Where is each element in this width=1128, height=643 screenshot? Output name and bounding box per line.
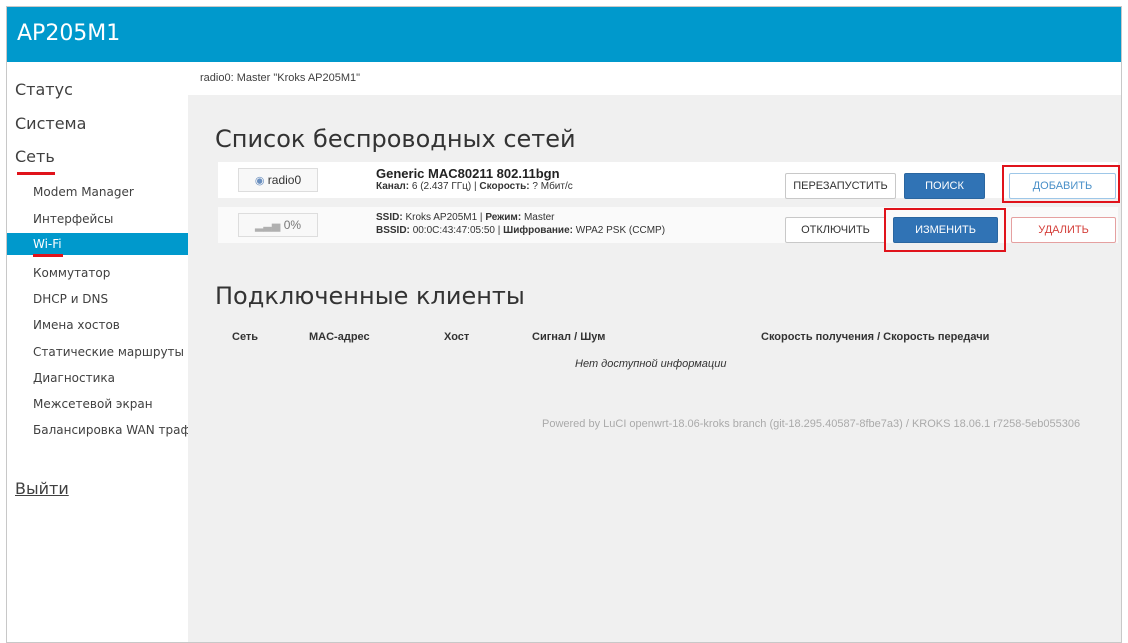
edit-highlight-box	[884, 208, 1006, 252]
signal-percent: 0%	[283, 218, 302, 232]
col-host: Хост	[444, 331, 470, 343]
col-network: Сеть	[232, 331, 259, 343]
nav-system[interactable]: Система	[15, 114, 86, 133]
col-mac: MAC-адрес	[309, 331, 370, 343]
radio-details: Канал: 6 (2.437 ГГц) | Скорость: ? Мбит/…	[376, 181, 573, 192]
col-rx-tx-rate: Скорость получения / Скорость передачи	[761, 331, 990, 343]
top-bar: AP205M1	[7, 7, 1121, 62]
scan-button[interactable]: ПОИСК	[904, 173, 985, 199]
nav-network[interactable]: Сеть	[15, 147, 55, 166]
nav-wan-balancing[interactable]: Балансировка WAN трафик	[7, 419, 188, 441]
radio-chip-label: radio0	[267, 173, 302, 187]
no-clients-message: Нет доступной информации	[575, 358, 727, 370]
network-ssid-line: SSID: Kroks AP205M1 | Режим: Master	[376, 212, 555, 223]
signal-bars-icon: ▂▃▅	[254, 220, 281, 232]
footer-powered-by: Powered by LuCI openwrt-18.06-kroks bran…	[542, 418, 1081, 430]
wifi-underline-mark	[33, 254, 63, 257]
nav-status[interactable]: Статус	[15, 80, 73, 99]
restart-button[interactable]: ПЕРЕЗАПУСТИТЬ	[785, 173, 896, 199]
clients-title: Подключенные клиенты	[215, 282, 525, 310]
logout-link[interactable]: Выйти	[15, 479, 69, 498]
main-content: radio0: Master "Kroks AP205M1" Список бе…	[188, 62, 1121, 642]
nav-switch[interactable]: Коммутатор	[7, 262, 188, 284]
brand-title[interactable]: AP205M1	[17, 21, 120, 46]
wifi-list-title: Список беспроводных сетей	[215, 125, 576, 153]
nav-static-routes[interactable]: Статические маршруты	[7, 341, 188, 363]
radio-chip: ◉ radio0	[238, 168, 318, 192]
signal-chip: ▂▃▅ 0%	[238, 213, 318, 237]
nav-interfaces[interactable]: Интерфейсы	[7, 208, 188, 230]
disable-button[interactable]: ОТКЛЮЧИТЬ	[785, 217, 886, 243]
nav-diagnostics[interactable]: Диагностика	[7, 367, 188, 389]
sidebar: Статус Система Сеть Modem Manager Интерф…	[7, 62, 188, 642]
network-bssid-line: BSSID: 00:0C:43:47:05:50 | Шифрование: W…	[376, 225, 666, 236]
radio-name: Generic MAC80211 802.11bgn	[376, 166, 560, 181]
add-highlight-box	[1002, 165, 1120, 203]
col-signal-noise: Сигнал / Шум	[532, 331, 606, 343]
browser-frame: AP205M1 Статус Система Сеть Modem Manage…	[6, 6, 1122, 643]
nav-firewall[interactable]: Межсетевой экран	[7, 393, 188, 415]
nav-modem-manager[interactable]: Modem Manager	[7, 181, 188, 203]
network-underline-mark	[17, 172, 55, 175]
nav-dhcp-dns[interactable]: DHCP и DNS	[7, 288, 188, 310]
nav-hostnames[interactable]: Имена хостов	[7, 314, 188, 336]
remove-button[interactable]: УДАЛИТЬ	[1011, 217, 1116, 243]
wifi-radio-icon: ◉	[254, 175, 265, 187]
nav-wifi[interactable]: Wi-Fi	[7, 233, 188, 255]
breadcrumb: radio0: Master "Kroks AP205M1"	[188, 62, 1121, 95]
